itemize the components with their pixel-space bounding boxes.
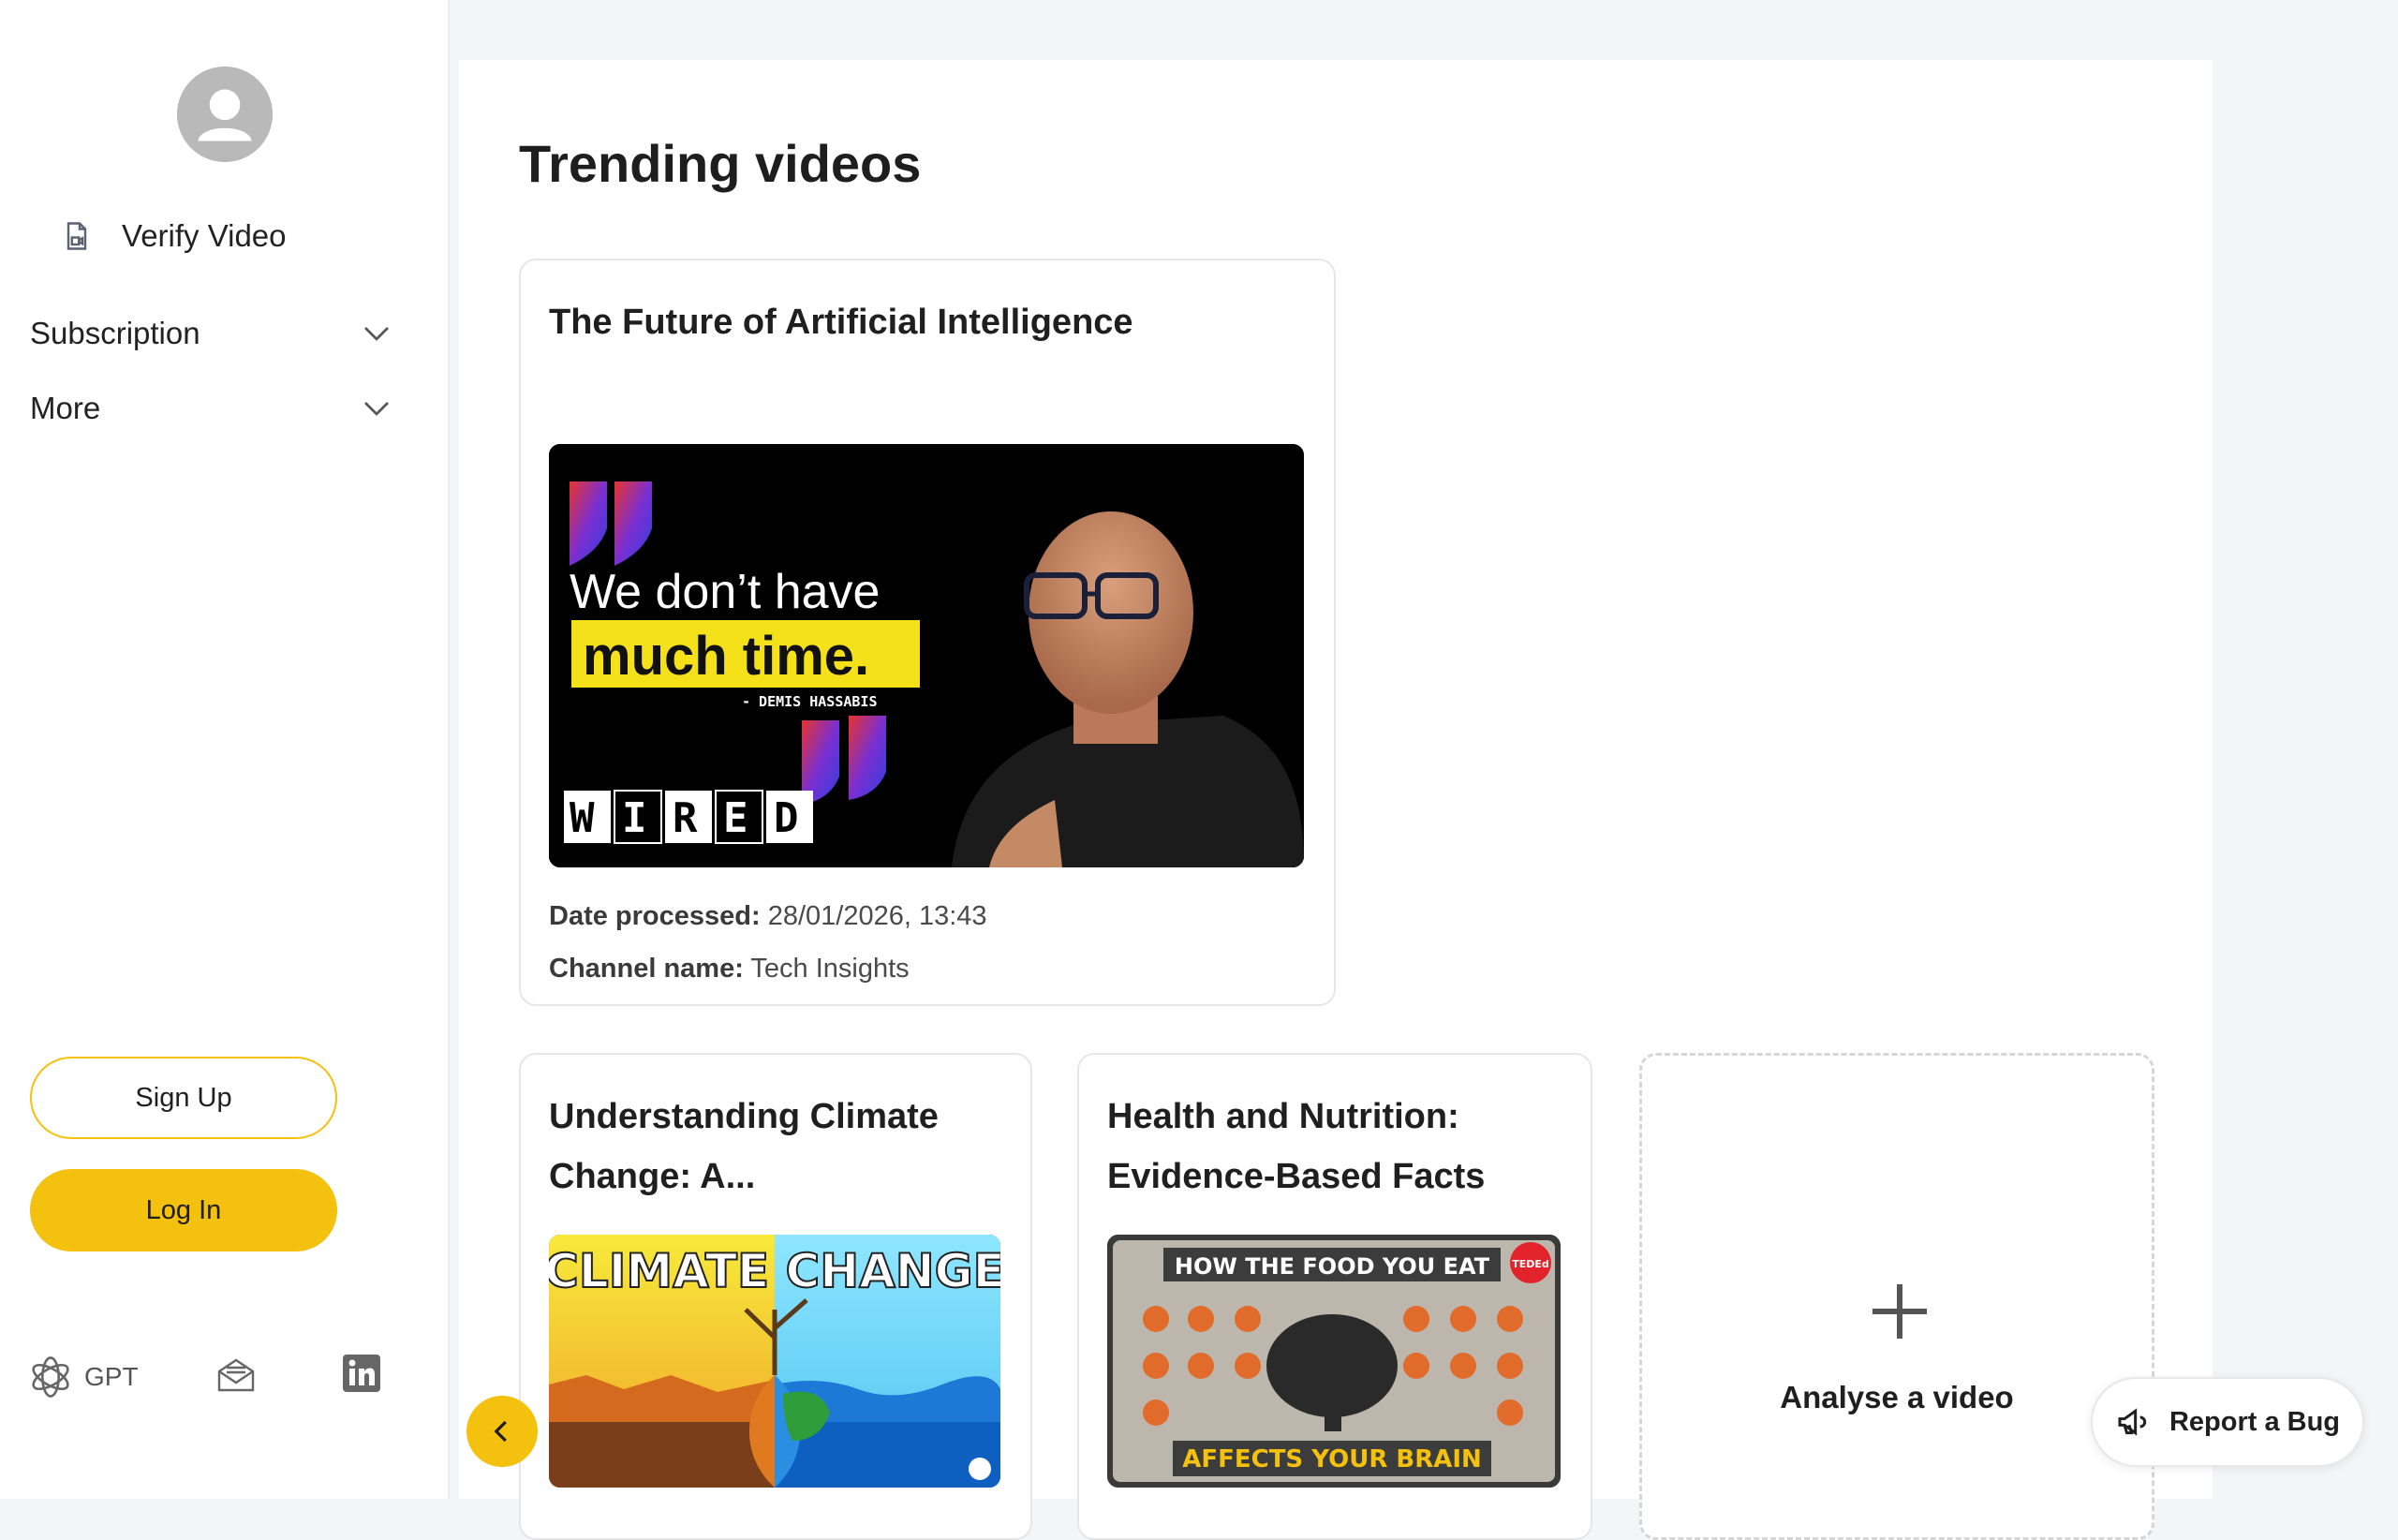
thumbnail-quote-line1: We don’t have xyxy=(570,565,880,619)
thumbnail-quote-line2: much time. xyxy=(583,626,869,687)
megaphone-icon xyxy=(2118,1408,2147,1436)
report-bug-button[interactable]: Report a Bug xyxy=(2091,1377,2364,1467)
gpt-link[interactable]: GPT xyxy=(26,1353,139,1401)
page-title: Trending videos xyxy=(519,134,922,193)
video-card[interactable]: Understanding Climate Change: A... CLIMA… xyxy=(519,1053,1032,1540)
sidebar-item-more[interactable]: More xyxy=(30,386,393,431)
sign-up-button[interactable]: Sign Up xyxy=(30,1057,337,1139)
verify-video-label: Verify Video xyxy=(122,218,287,253)
thumbnail-attribution: - DEMIS HASSABIS xyxy=(742,693,878,710)
thumbnail-top-text: HOW THE FOOD YOU EAT xyxy=(1175,1253,1490,1280)
date-processed-value: 28/01/2026, 13:43 xyxy=(767,901,987,931)
user-avatar-icon[interactable] xyxy=(177,67,273,162)
thumbnail-text: CLIMATE CHANGE xyxy=(549,1244,1000,1298)
file-video-icon xyxy=(67,222,87,250)
svg-text:W: W xyxy=(570,794,595,842)
subscription-label: Subscription xyxy=(30,316,200,350)
svg-text:D: D xyxy=(774,794,799,842)
main-content: Trending videos The Future of Artificial… xyxy=(459,60,2213,1540)
linkedin-icon[interactable] xyxy=(343,1355,380,1392)
log-in-button[interactable]: Log In xyxy=(30,1169,337,1251)
channel-name: Channel name: Tech Insights xyxy=(549,954,910,985)
gpt-label: GPT xyxy=(84,1362,139,1391)
svg-text:I: I xyxy=(622,794,647,842)
thumbnail-bottom-text: AFFECTS YOUR BRAIN xyxy=(1182,1445,1482,1473)
video-thumbnail[interactable]: CLIMATE CHANGE xyxy=(549,1235,1000,1488)
video-thumbnail[interactable]: We don’t have much time. - DEMIS HASSABI… xyxy=(549,444,1304,867)
svg-text:R: R xyxy=(673,794,698,842)
sidebar: Verify Video Subscription More Sign Up L… xyxy=(0,0,450,1499)
report-bug-label: Report a Bug xyxy=(2169,1406,2341,1437)
video-title: The Future of Artificial Intelligence xyxy=(549,303,1133,342)
video-thumbnail[interactable]: HOW THE FOOD YOU EAT AFFECTS YOUR BRAIN … xyxy=(1107,1235,1561,1488)
video-card[interactable]: Health and Nutrition: Evidence-Based Fac… xyxy=(1077,1053,1592,1540)
date-processed: Date processed: 28/01/2026, 13:43 xyxy=(549,901,987,932)
channel-name-label: Channel name: xyxy=(549,954,744,984)
analyse-video-label: Analyse a video xyxy=(1780,1380,2014,1414)
chevron-left-icon xyxy=(494,1420,507,1443)
video-title: Understanding Climate Change: A... xyxy=(549,1097,939,1196)
verify-video-link[interactable]: Verify Video xyxy=(60,214,287,259)
video-card-featured[interactable]: The Future of Artificial Intelligence We… xyxy=(519,259,1336,1006)
analyse-video-card[interactable]: Analyse a video xyxy=(1639,1053,2154,1540)
chevron-down-icon xyxy=(364,402,389,416)
chevron-down-icon xyxy=(364,327,389,341)
openai-icon xyxy=(32,1356,69,1398)
date-processed-label: Date processed: xyxy=(549,901,761,931)
svg-text:E: E xyxy=(723,794,748,842)
plus-icon xyxy=(1873,1284,1927,1339)
more-label: More xyxy=(30,391,101,425)
ted-ed-badge: TEDEd xyxy=(1512,1258,1549,1270)
newsletter-icon[interactable] xyxy=(214,1353,259,1398)
carousel-prev-button[interactable] xyxy=(466,1396,538,1467)
sidebar-item-subscription[interactable]: Subscription xyxy=(30,311,393,356)
video-title: Health and Nutrition: Evidence-Based Fac… xyxy=(1107,1097,1486,1196)
wired-logo: W I R E D xyxy=(564,790,813,844)
channel-name-value: Tech Insights xyxy=(750,954,910,984)
sidebar-footer: GPT xyxy=(26,1349,401,1405)
